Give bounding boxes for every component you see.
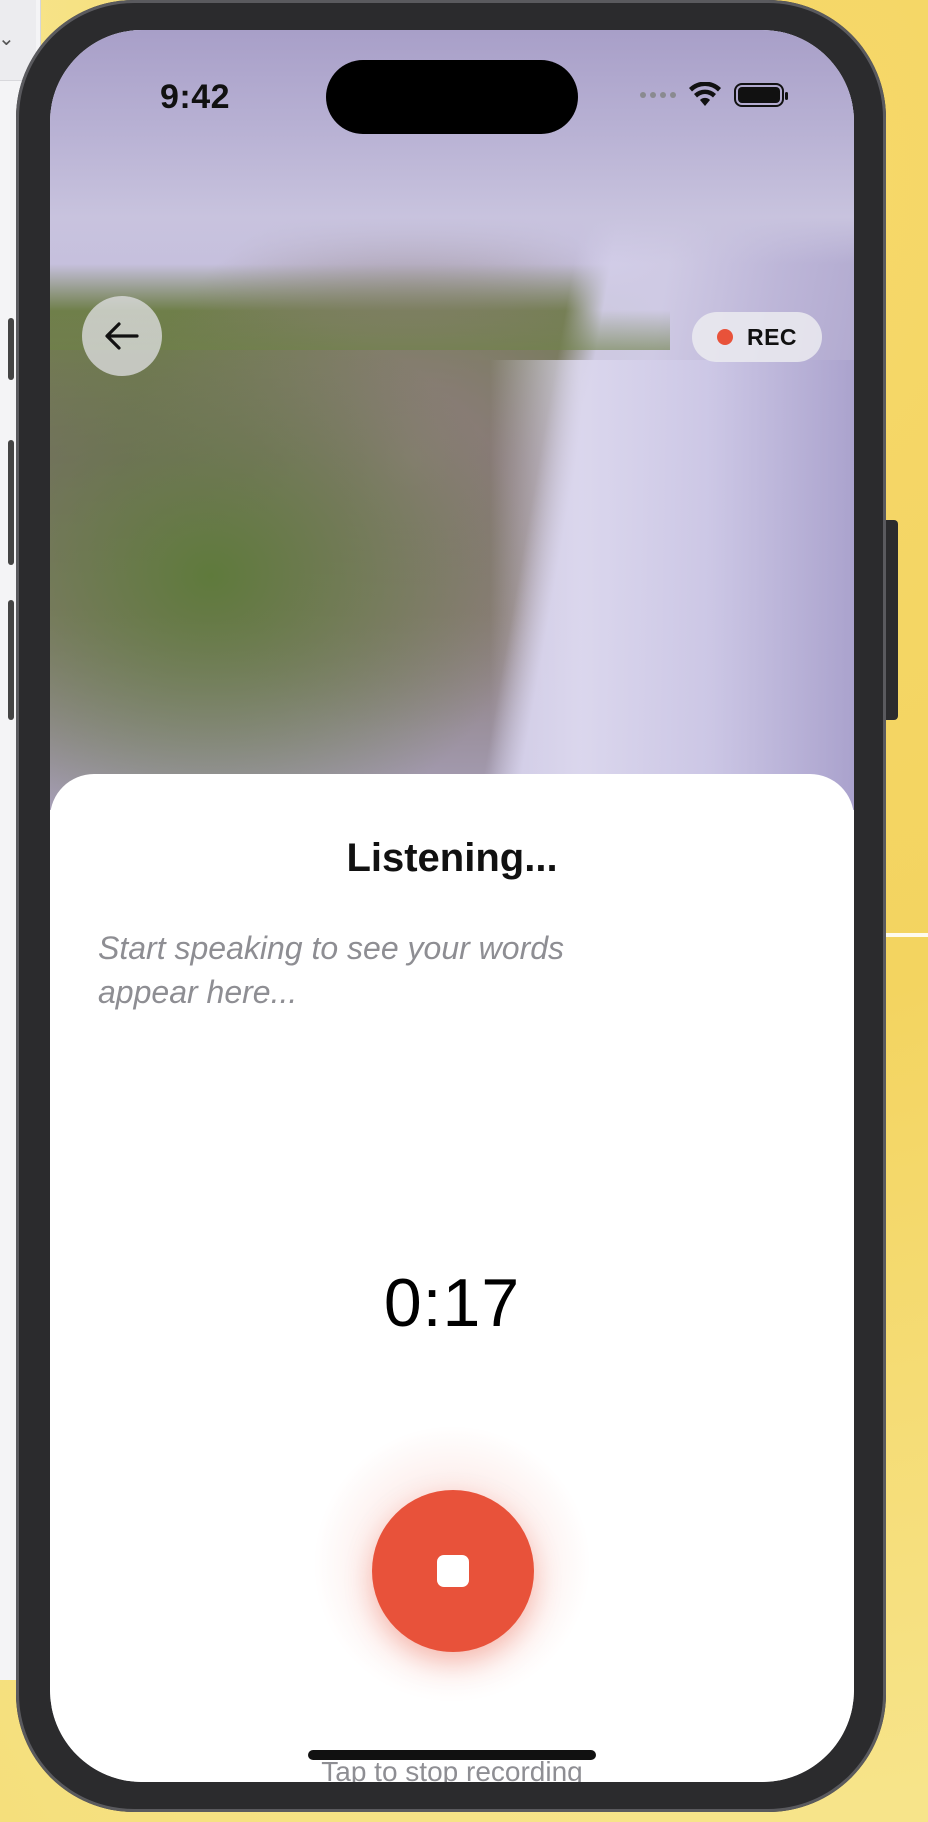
stop-icon — [437, 1555, 469, 1587]
status-time: 9:42 — [160, 78, 231, 116]
stop-recording-button[interactable] — [372, 1490, 534, 1652]
background-photo — [50, 30, 854, 810]
chevron-down-icon: ⌄ — [0, 26, 15, 51]
sheet-title: Listening... — [346, 836, 558, 880]
dynamic-island — [326, 60, 578, 134]
background-marker — [8, 318, 14, 380]
phone-screen: 9:42 REC Listening... Start speaking to … — [50, 30, 854, 1782]
recording-indicator: REC — [692, 312, 822, 362]
battery-icon — [734, 83, 788, 107]
arrow-left-icon — [105, 322, 139, 350]
back-button[interactable] — [82, 296, 162, 376]
rec-label: REC — [746, 323, 798, 350]
wifi-icon — [689, 82, 721, 106]
transcript-area: Start speaking to see your words appear … — [98, 930, 565, 1010]
photo-waterfall — [490, 360, 854, 810]
recording-timer: 0:17 — [383, 1265, 521, 1341]
background-marker — [8, 600, 14, 720]
background-marker — [8, 440, 14, 565]
status-icons — [640, 82, 788, 108]
phone-frame: 9:42 REC Listening... Start speaking to … — [16, 0, 898, 1812]
recording-dot-icon — [716, 329, 733, 345]
home-indicator — [308, 1750, 596, 1760]
signal-icon — [640, 92, 676, 98]
recording-sheet: Listening... Start speaking to see your … — [50, 774, 854, 1782]
side-button — [886, 520, 898, 720]
background-divider — [885, 933, 928, 937]
